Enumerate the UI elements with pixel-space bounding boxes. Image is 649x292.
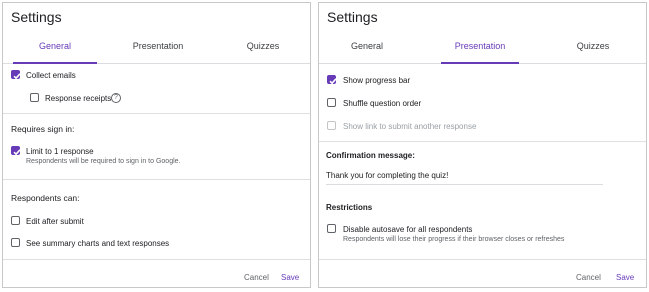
disable-autosave-label: Disable autosave for all respondents — [343, 225, 473, 234]
footer-divider — [319, 259, 646, 260]
active-tab-indicator — [13, 62, 97, 64]
show-progress-checkbox[interactable] — [327, 75, 337, 84]
settings-dialog-presentation: Settings General Presentation Quizzes Sh… — [318, 2, 647, 288]
shuffle-checkbox[interactable] — [327, 98, 336, 107]
limit-one-response-label: Limit to 1 response — [26, 147, 94, 156]
shuffle-label: Shuffle question order — [343, 99, 422, 108]
show-link-checkbox[interactable] — [327, 121, 336, 130]
response-receipts-label: Response receipts — [45, 94, 112, 103]
show-link-label: Show link to submit another response — [343, 122, 477, 131]
see-summary-checkbox[interactable] — [11, 238, 20, 247]
check-icon — [328, 77, 337, 84]
disable-autosave-checkbox[interactable] — [327, 224, 336, 233]
save-button[interactable]: Save — [281, 273, 299, 282]
limit-one-response-description: Respondents will be required to sign in … — [26, 158, 181, 165]
section-divider — [3, 113, 310, 114]
tab-general[interactable]: General — [33, 41, 77, 51]
tab-presentation[interactable]: Presentation — [128, 41, 188, 51]
check-icon — [12, 72, 21, 79]
dialog-title: Settings — [327, 9, 378, 25]
collect-emails-label: Collect emails — [26, 71, 76, 80]
input-underline — [326, 184, 603, 185]
collect-emails-checkbox[interactable] — [11, 70, 21, 79]
cancel-button[interactable]: Cancel — [244, 273, 269, 282]
cancel-button[interactable]: Cancel — [576, 273, 601, 282]
tab-quizzes[interactable]: Quizzes — [571, 41, 615, 51]
response-receipts-checkbox[interactable] — [30, 93, 39, 102]
active-tab-indicator — [441, 62, 519, 64]
edit-after-submit-checkbox[interactable] — [11, 216, 20, 225]
check-icon — [12, 148, 21, 155]
tab-bar: General Presentation Quizzes — [3, 33, 310, 64]
tab-bar: General Presentation Quizzes — [319, 33, 646, 64]
confirmation-heading: Confirmation message: — [326, 151, 415, 160]
tab-presentation[interactable]: Presentation — [450, 41, 510, 51]
limit-one-response-checkbox[interactable] — [11, 146, 21, 155]
disable-autosave-description: Respondents will lose their progress if … — [343, 236, 565, 243]
settings-dialog-general: Settings General Presentation Quizzes Co… — [2, 2, 311, 288]
respondents-can-heading: Respondents can: — [11, 193, 80, 203]
section-divider — [319, 141, 646, 142]
confirmation-message-input[interactable]: Thank you for completing the quiz! — [326, 171, 448, 180]
section-divider — [3, 179, 310, 180]
save-button[interactable]: Save — [616, 273, 634, 282]
restrictions-heading: Restrictions — [326, 203, 373, 212]
tab-quizzes[interactable]: Quizzes — [241, 41, 285, 51]
footer-divider — [3, 259, 310, 260]
help-icon[interactable]: ? — [111, 93, 121, 103]
edit-after-submit-label: Edit after submit — [26, 217, 84, 226]
requires-sign-in-heading: Requires sign in: — [11, 124, 75, 134]
see-summary-label: See summary charts and text responses — [26, 239, 170, 248]
dialog-title: Settings — [11, 9, 62, 25]
show-progress-label: Show progress bar — [343, 76, 411, 85]
tab-general[interactable]: General — [345, 41, 389, 51]
